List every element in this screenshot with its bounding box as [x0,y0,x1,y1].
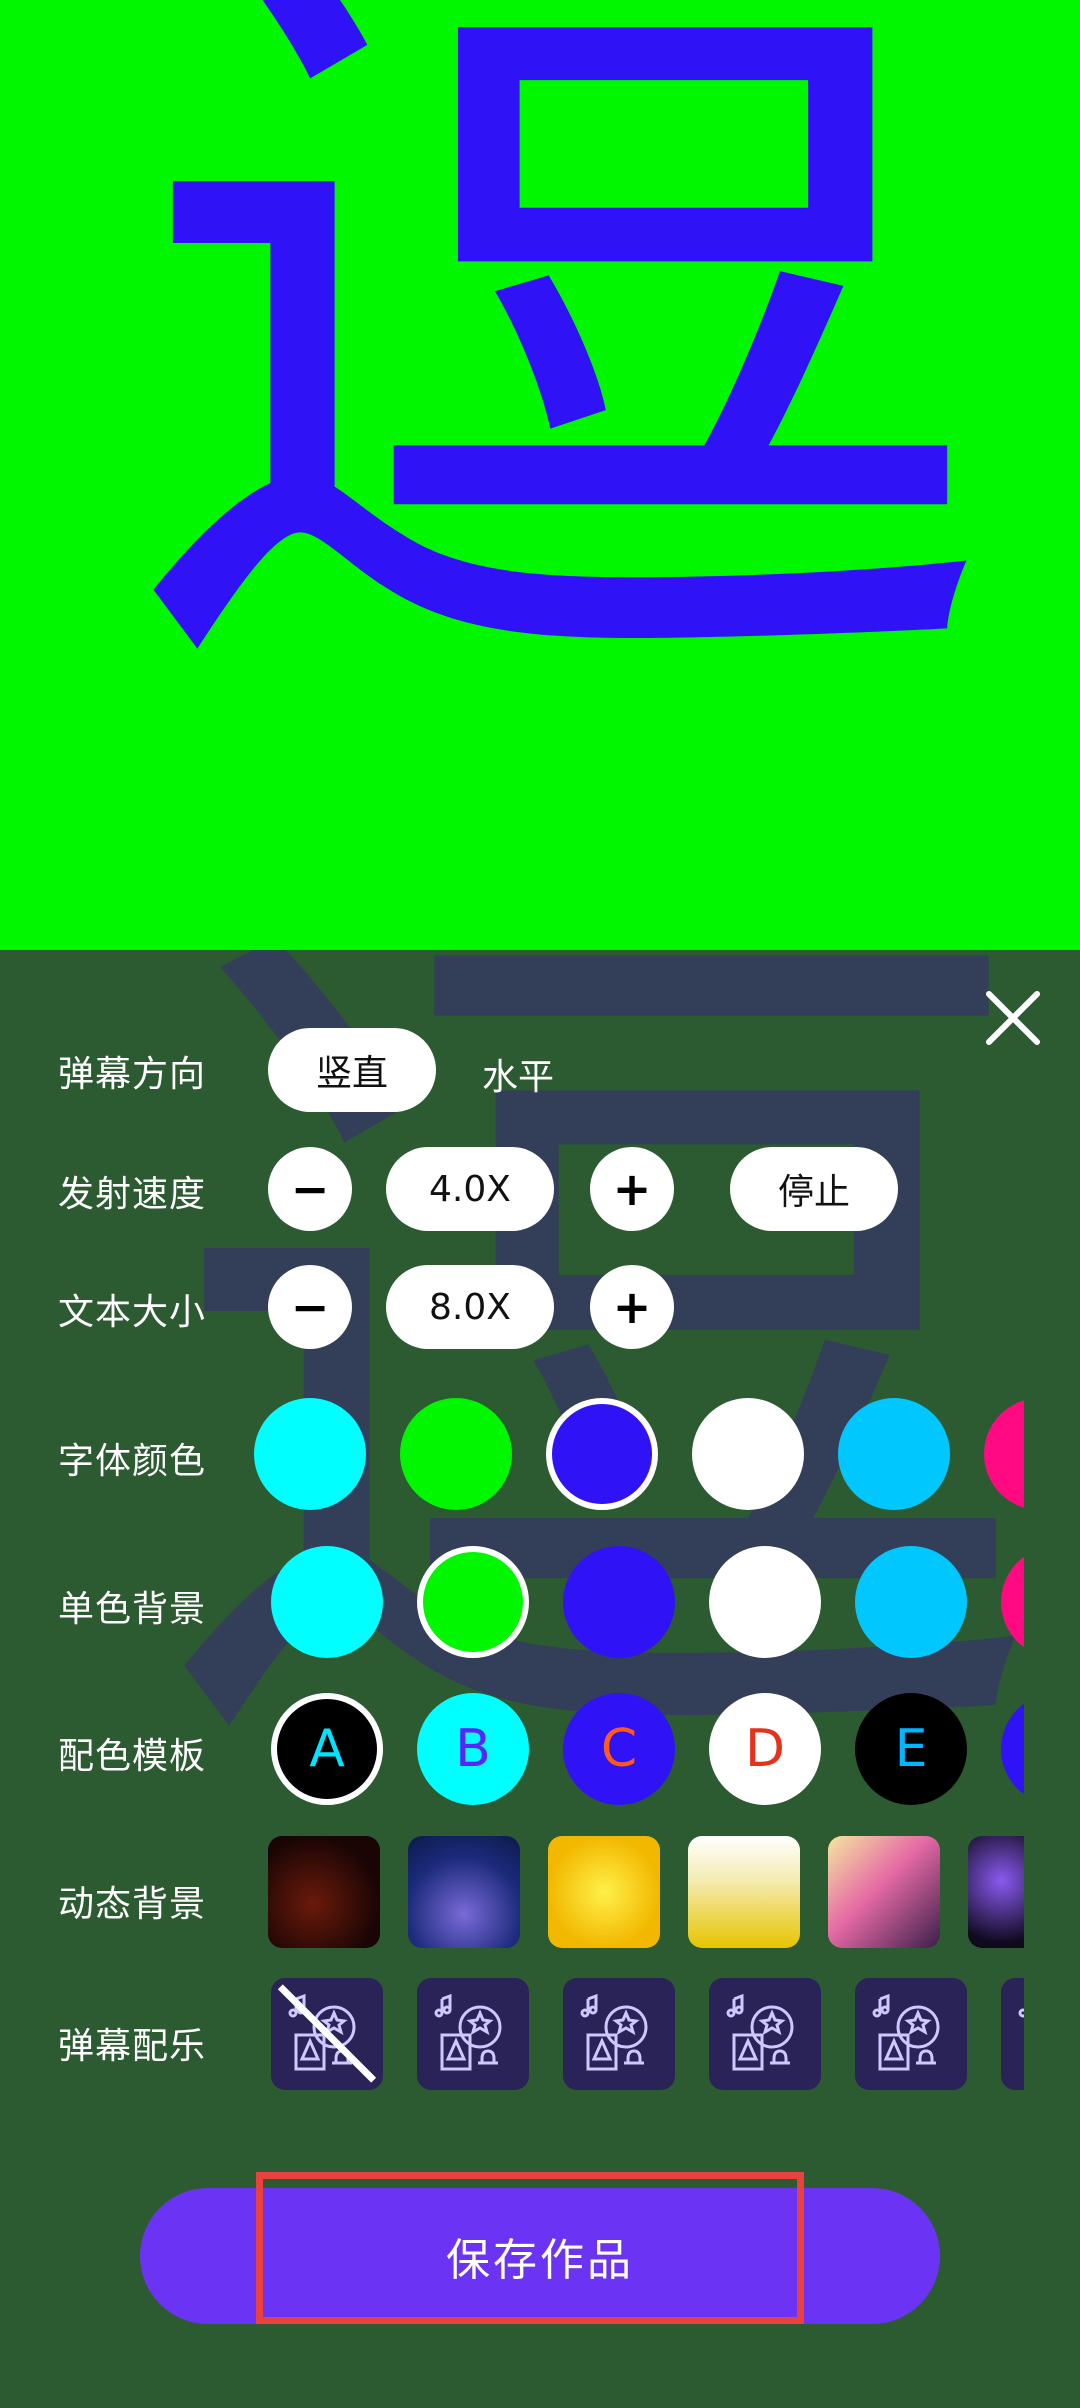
text-size-value: 8.0X [386,1265,554,1349]
solid-bg-swatch[interactable] [417,1546,529,1658]
color-template-item[interactable]: B [417,1693,529,1805]
dynamic-bg-thumb-4[interactable] [688,1836,800,1948]
dynamic-bg-thumb-6[interactable] [968,1836,1024,1948]
music-row [254,1970,1024,2100]
music-note-icon [1018,2008,1024,2018]
dynamic-bg-thumb-5[interactable] [828,1836,940,1948]
stop-button[interactable]: 停止 [730,1147,898,1231]
dynamic-bg-thumb-1[interactable] [268,1836,380,1948]
speed-value: 4.0X [386,1147,554,1231]
direction-label: 弹幕方向 [58,1054,207,1095]
dynamic-bg-row [254,1828,1024,1958]
direction-horizontal-button[interactable]: 水平 [482,1048,554,1100]
color-template-item[interactable] [1001,1693,1024,1805]
font-color-label: 字体颜色 [58,1441,207,1482]
font-color-swatch[interactable] [838,1398,950,1510]
plus-icon: + [612,1162,652,1216]
color-template-item[interactable]: E [855,1693,967,1805]
music-note-icon [872,1993,940,2071]
dynamic-bg-label: 动态背景 [58,1884,207,1925]
speed-label: 发射速度 [58,1174,207,1215]
font-color-swatch[interactable] [254,1398,366,1510]
minus-icon: − [290,1280,330,1334]
music-item[interactable] [271,1978,383,2090]
music-label: 弹幕配乐 [58,2026,207,2067]
solid-bg-row [254,1528,1024,1668]
color-template-label: 配色模板 [58,1736,207,1777]
text-size-label: 文本大小 [58,1292,207,1333]
font-color-row [254,1380,1024,1520]
solid-bg-swatch[interactable] [271,1546,383,1658]
speed-decrease-button[interactable]: − [268,1147,352,1231]
plus-icon: + [612,1280,652,1334]
music-note-icon [434,1993,502,2071]
font-color-swatch[interactable] [400,1398,512,1510]
preview-glyph: 逗 [120,0,1000,802]
color-template-item[interactable]: D [709,1693,821,1805]
dynamic-bg-thumb-2[interactable] [408,1836,520,1948]
font-color-swatch[interactable] [546,1398,658,1510]
color-template-row: ABCDE [254,1675,1024,1815]
text-size-increase-button[interactable]: + [590,1265,674,1349]
solid-bg-swatch[interactable] [709,1546,821,1658]
solid-bg-swatch[interactable] [1001,1546,1024,1658]
music-note-icon [726,1993,794,2071]
solid-bg-swatch[interactable] [855,1546,967,1658]
music-item[interactable] [1001,1978,1024,2090]
dynamic-bg-thumb-3[interactable] [548,1836,660,1948]
music-note-icon [580,1993,648,2071]
music-item[interactable] [417,1978,529,2090]
music-item[interactable] [563,1978,675,2090]
text-size-decrease-button[interactable]: − [268,1265,352,1349]
font-color-swatch[interactable] [984,1398,1024,1510]
color-template-item[interactable]: C [563,1693,675,1805]
music-item[interactable] [855,1978,967,2090]
minus-icon: − [290,1162,330,1216]
music-item[interactable] [709,1978,821,2090]
solid-bg-swatch[interactable] [563,1546,675,1658]
font-color-swatch[interactable] [692,1398,804,1510]
direction-vertical-button[interactable]: 竖直 [268,1028,436,1112]
preview-area: 逗 [0,0,1080,950]
solid-bg-label: 单色背景 [58,1589,207,1630]
speed-increase-button[interactable]: + [590,1147,674,1231]
close-icon[interactable] [980,985,1046,1051]
save-button[interactable]: 保存作品 [140,2188,940,2324]
color-template-item[interactable]: A [271,1693,383,1805]
